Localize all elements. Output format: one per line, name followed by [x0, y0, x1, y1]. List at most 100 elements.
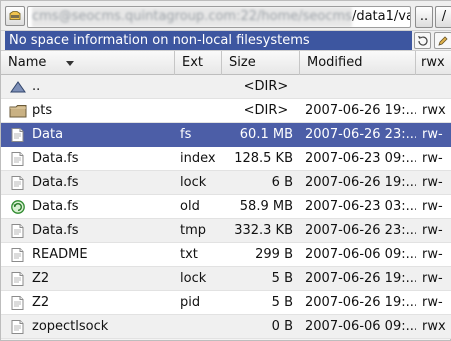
- file-modified: [305, 75, 416, 99]
- file-extension: index: [180, 151, 216, 166]
- file-name: zopectlsock: [32, 319, 109, 334]
- status-row: No space information on non-local filesy…: [1, 31, 451, 51]
- edit-button[interactable]: [434, 32, 451, 49]
- refresh-icon: [9, 199, 27, 215]
- drive-button[interactable]: [5, 6, 25, 26]
- up-icon: [9, 79, 27, 95]
- file-extension: fs: [180, 127, 192, 142]
- sort-descending-icon: [66, 61, 74, 66]
- file-extension: tmp: [180, 223, 207, 238]
- file-modified: 2007-06-26 19:...: [305, 295, 416, 310]
- file-name: Z2: [32, 271, 50, 286]
- file-list: .. <DIR> pts <DIR> 2007-06-26 19:... rwx: [1, 75, 451, 341]
- file-extension: lock: [180, 175, 207, 190]
- file-name: pts: [32, 103, 53, 118]
- file-extension: [180, 315, 221, 339]
- parent-path-button[interactable]: ..: [415, 6, 433, 28]
- table-row[interactable]: Data.fs old 58.9 MB 2007-06-23 03:... rw…: [1, 195, 451, 219]
- name-column-header[interactable]: Name: [1, 51, 175, 75]
- document-icon: [9, 319, 27, 335]
- file-extension: pid: [180, 295, 201, 310]
- file-manager-window: cms@seocms.quintagroup.com:22/home/seocm…: [0, 0, 451, 341]
- root-path-button[interactable]: /: [435, 6, 451, 28]
- file-extension: [180, 99, 221, 123]
- document-icon: [9, 151, 27, 167]
- file-permissions: rw-: [422, 151, 443, 166]
- table-row[interactable]: README txt 299 B 2007-06-06 09:... rw-: [1, 243, 451, 267]
- file-modified: 2007-06-06 09:...: [305, 319, 416, 334]
- file-extension: old: [180, 199, 200, 214]
- file-name: Data: [32, 127, 64, 142]
- file-size: 6 B: [271, 175, 293, 190]
- file-permissions: rwx: [422, 103, 446, 118]
- status-message: No space information on non-local filesy…: [5, 31, 412, 50]
- path-input[interactable]: cms@seocms.quintagroup.com:22/home/seocm…: [27, 6, 411, 28]
- file-permissions: rwx: [422, 319, 446, 334]
- refresh-view-button[interactable]: [414, 32, 431, 49]
- file-permissions: [422, 75, 451, 99]
- document-icon: [9, 175, 27, 191]
- file-permissions: rw-: [422, 295, 443, 310]
- file-modified: 2007-06-23 09:...: [305, 151, 416, 166]
- file-size: 5 B: [271, 271, 293, 286]
- file-name: README: [32, 247, 88, 262]
- file-name: Z2: [32, 295, 50, 310]
- table-row[interactable]: Data fs 60.1 MB 2007-06-26 23:... rw-: [1, 123, 451, 147]
- file-size: <DIR>: [243, 79, 289, 94]
- file-permissions: rw-: [422, 223, 443, 238]
- edit-icon: [438, 36, 448, 46]
- file-permissions: rw-: [422, 247, 443, 262]
- path-visible-part: /data1/var: [351, 9, 410, 24]
- drive-icon: [9, 11, 21, 20]
- path-bar: cms@seocms.quintagroup.com:22/home/seocm…: [1, 1, 451, 31]
- name-column-label: Name: [8, 55, 47, 70]
- table-row[interactable]: pts <DIR> 2007-06-26 19:... rwx: [1, 99, 451, 123]
- file-size: <DIR>: [243, 103, 289, 118]
- document-icon: [9, 295, 27, 311]
- file-modified: 2007-06-06 09:...: [305, 247, 416, 262]
- permissions-column-header[interactable]: rwx: [416, 51, 451, 75]
- file-size: 58.9 MB: [239, 199, 293, 214]
- file-size: 332.3 KB: [234, 223, 293, 238]
- file-size: 299 B: [255, 247, 293, 262]
- file-modified: 2007-06-23 03:...: [305, 199, 416, 214]
- file-modified: 2007-06-26 19:...: [305, 103, 416, 118]
- table-row[interactable]: Z2 pid 5 B 2007-06-26 19:... rw-: [1, 291, 451, 315]
- table-row[interactable]: Data.fs tmp 332.3 KB 2007-06-26 23:... r…: [1, 219, 451, 243]
- file-table-header: Name Ext Size Modified rwx: [1, 51, 451, 75]
- size-column-header[interactable]: Size: [222, 51, 300, 75]
- file-name: Data.fs: [32, 151, 79, 166]
- file-name: Data.fs: [32, 223, 79, 238]
- path-blurred-prefix: cms@seocms.quintagroup.com:22/home/seocm…: [32, 7, 352, 27]
- table-row[interactable]: Data.fs lock 6 B 2007-06-26 19:... rw-: [1, 171, 451, 195]
- table-row[interactable]: .. <DIR>: [1, 75, 451, 99]
- file-name: ..: [32, 79, 41, 94]
- file-permissions: rw-: [422, 175, 443, 190]
- document-icon: [9, 247, 27, 263]
- document-icon: [9, 127, 27, 143]
- file-modified: 2007-06-26 23:...: [305, 127, 416, 142]
- file-size: 60.1 MB: [239, 127, 293, 142]
- file-name: Data.fs: [32, 199, 79, 214]
- table-row[interactable]: zopectlsock 0 B 2007-06-06 09:... rwx: [1, 315, 451, 339]
- file-extension: [180, 75, 221, 99]
- refresh-view-icon: [418, 36, 428, 46]
- file-permissions: rw-: [422, 199, 443, 214]
- file-name: Data.fs: [32, 175, 79, 190]
- file-size: 5 B: [271, 295, 293, 310]
- file-permissions: rw-: [422, 127, 443, 142]
- document-icon: [9, 271, 27, 287]
- file-permissions: rw-: [422, 271, 443, 286]
- file-modified: 2007-06-26 19:...: [305, 175, 416, 190]
- table-row[interactable]: Z2 lock 5 B 2007-06-26 19:... rw-: [1, 267, 451, 291]
- file-size: 0 B: [271, 319, 293, 334]
- table-row[interactable]: Data.fs index 128.5 KB 2007-06-23 09:...…: [1, 147, 451, 171]
- ext-column-header[interactable]: Ext: [175, 51, 222, 75]
- folder-icon: [9, 103, 27, 119]
- file-extension: lock: [180, 271, 207, 286]
- file-modified: 2007-06-26 23:...: [305, 223, 416, 238]
- modified-column-header[interactable]: Modified: [300, 51, 416, 75]
- file-extension: txt: [180, 247, 198, 262]
- file-modified: 2007-06-26 19:...: [305, 271, 416, 286]
- file-size: 128.5 KB: [234, 151, 293, 166]
